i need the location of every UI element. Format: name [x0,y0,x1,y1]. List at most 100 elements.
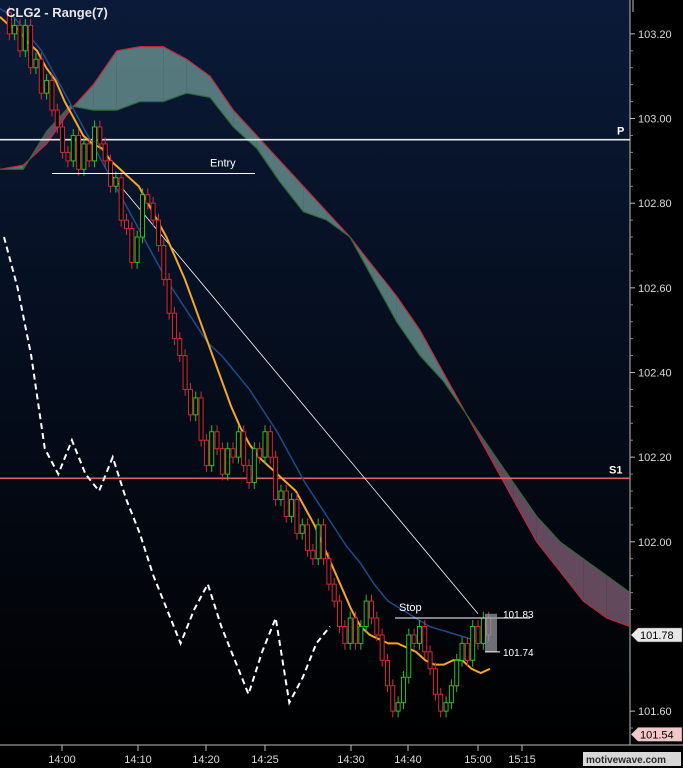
y-tick-label: 103.00 [638,114,672,126]
price-tag-label-1: 101.54 [640,729,674,741]
candle-body [225,448,231,475]
candle-body [321,524,327,560]
candle-body [124,219,129,230]
candle-body [134,236,140,263]
x-tick-label: 14:25 [251,754,279,766]
candle-body [406,634,412,678]
candle-body [459,642,465,661]
candle-body [443,702,449,712]
candle [470,620,476,667]
watermark-text: motivewave.com [586,755,666,766]
candle-body [28,24,34,69]
candle-body [219,448,225,475]
y-tick-label: 103.20 [638,29,672,41]
candle [76,129,82,176]
candle-body [214,431,220,450]
candle-body [464,642,470,661]
candle-body [358,625,364,644]
candle [49,74,55,117]
candle-body [177,338,183,357]
price-chart[interactable]: P S1 Entry Stop 101.83 101.74 103.20 103.00 10… [0,0,683,768]
level-label-0: P [617,126,624,138]
candle [166,273,172,320]
candle-body [209,431,215,467]
candle [406,628,412,684]
candle [118,171,124,227]
candle-body [422,625,428,653]
candle-body [22,24,28,52]
candle-body [251,448,257,484]
candle [38,52,44,100]
candle-body [427,651,433,670]
candle-body [155,219,161,247]
candle-body [342,625,348,644]
candle-body [257,448,263,458]
candle-body [283,490,289,517]
candle-body [203,439,209,467]
candle-body [161,245,167,280]
candle-body [384,659,390,687]
candle-body [315,524,321,560]
candle-body [60,126,66,153]
candle-body [198,397,204,441]
trade-box [485,613,497,652]
entry-label: Entry [210,158,236,170]
candle-body [145,194,151,204]
y-tick-label: 102.20 [638,452,672,464]
chart-title: CLG2 - Range(7) [6,5,108,20]
candle-body [310,549,316,560]
cloud-segment [116,46,140,111]
candle-body [278,490,284,500]
candle-body [432,668,438,695]
candle-body [33,58,39,69]
candle-body [92,126,98,162]
x-tick-label: 14:40 [394,754,422,766]
candle [294,493,300,540]
candle [251,442,257,489]
candle-body [102,143,108,162]
candle-body [49,79,55,111]
candle [182,349,188,396]
candle-body [166,278,172,314]
candle [161,239,167,286]
candle-body [289,498,295,517]
candle-body [294,498,300,534]
candle-body [246,465,252,484]
y-tick-label: 101.60 [638,706,672,718]
cloud-segment [140,46,164,102]
candle-body [347,617,353,644]
candle-body [299,524,305,534]
candle-body [17,24,23,52]
candle-body [475,625,481,644]
candle-body [438,693,444,712]
candle-body [54,109,60,128]
candle-body [273,456,279,500]
candle [139,188,145,244]
candle [129,222,135,269]
stop-label: Stop [399,602,422,614]
candle-body [118,177,124,221]
candle-body [400,676,406,704]
candle-body [230,448,236,458]
candle-body [86,143,92,162]
plot-background [0,0,630,745]
candle-body [235,431,241,458]
candle-body [81,143,87,170]
candle-body [44,79,50,94]
x-tick-label: 14:30 [337,754,365,766]
candle-body [331,583,337,602]
candle-body [70,134,76,162]
candle [28,19,34,75]
candle-body [470,625,476,661]
candle-body [374,617,380,636]
y-tick-label: 102.80 [638,198,672,210]
candle-body [262,431,268,458]
candle [198,391,204,447]
candle-body [171,312,177,340]
x-tick-label: 14:20 [192,754,220,766]
candle-body [448,685,454,704]
candle-body [363,600,369,627]
candle-body [76,134,82,170]
y-tick-label: 102.00 [638,537,672,549]
candle-body [267,431,273,458]
